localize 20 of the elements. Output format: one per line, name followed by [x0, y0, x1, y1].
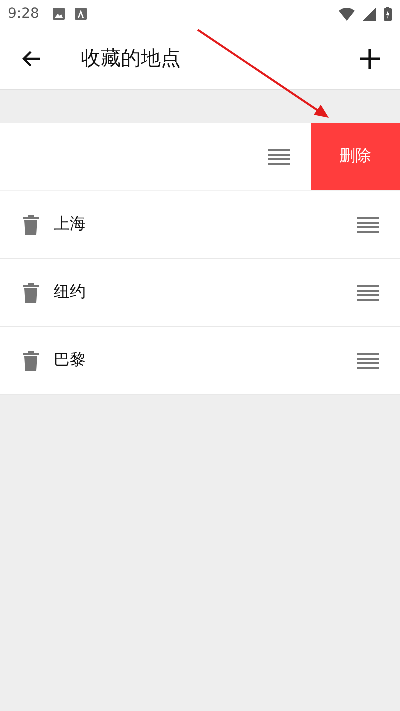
font-icon	[75, 8, 88, 20]
place-name: 纽约	[54, 282, 86, 303]
wifi-icon	[339, 8, 355, 20]
place-name: 上海	[54, 214, 86, 235]
trash-icon[interactable]	[23, 214, 39, 234]
trash-icon[interactable]	[23, 282, 39, 302]
drag-handle-icon[interactable]	[357, 352, 379, 368]
back-arrow-icon[interactable]	[21, 50, 41, 68]
drag-handle-icon[interactable]	[357, 284, 379, 300]
trash-icon[interactable]	[23, 350, 39, 370]
signal-icon	[363, 8, 376, 20]
status-time: 9:28	[8, 6, 40, 22]
drag-handle-icon[interactable]	[268, 148, 290, 164]
place-name: 巴黎	[54, 350, 86, 371]
page-title: 收藏的地点	[81, 45, 182, 72]
battery-icon	[384, 7, 392, 21]
image-icon	[53, 8, 66, 20]
drag-handle-icon[interactable]	[357, 216, 379, 232]
delete-button[interactable]: 删除	[311, 123, 400, 190]
add-icon[interactable]	[359, 48, 381, 70]
